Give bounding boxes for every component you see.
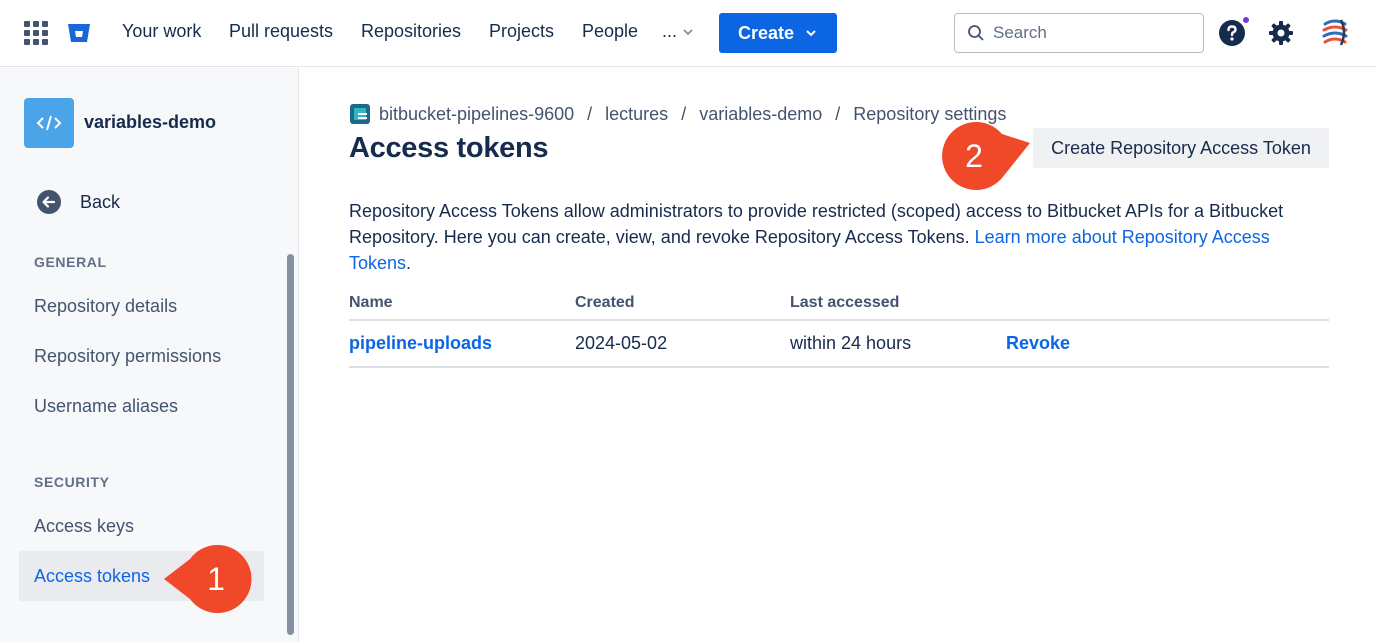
sidebar-item-access-keys[interactable]: Access keys: [34, 516, 134, 537]
repo-name[interactable]: variables-demo: [84, 112, 216, 133]
callout-marker-1: 1: [164, 545, 252, 613]
breadcrumb-separator: /: [587, 103, 593, 124]
chevron-down-icon: [683, 28, 693, 35]
create-button-label: Create: [737, 22, 795, 43]
breadcrumb-repo[interactable]: variables-demo: [699, 104, 822, 125]
search-field[interactable]: [954, 13, 1204, 53]
user-avatar-icon[interactable]: [1319, 16, 1351, 48]
security-heading: SECURITY: [34, 474, 110, 490]
breadcrumb-lectures[interactable]: lectures: [605, 104, 668, 125]
bitbucket-logo-icon[interactable]: [66, 20, 92, 46]
code-icon: [36, 115, 62, 131]
create-button[interactable]: Create: [719, 13, 837, 53]
top-navigation: Your work Pull requests Repositories Pro…: [0, 0, 1376, 67]
table-row-divider: [349, 366, 1329, 368]
project-icon: [350, 104, 370, 124]
back-link[interactable]: Back: [36, 189, 120, 215]
create-repository-access-token-button[interactable]: Create Repository Access Token: [1033, 128, 1329, 168]
sidebar-item-username-aliases[interactable]: Username aliases: [34, 396, 178, 417]
token-last-accessed: within 24 hours: [790, 333, 912, 353]
app-switcher-icon[interactable]: [24, 21, 48, 45]
sidebar-item-repository-details[interactable]: Repository details: [34, 296, 177, 317]
breadcrumb-separator: /: [681, 103, 687, 124]
column-header-last-accessed: Last accessed: [790, 294, 900, 311]
sidebar-item-access-tokens[interactable]: Access tokens: [34, 566, 150, 587]
search-icon: [968, 25, 984, 41]
token-name-link[interactable]: pipeline-uploads: [349, 333, 492, 354]
notification-dot: [1241, 15, 1251, 25]
callout-marker-2: 2: [942, 122, 1030, 190]
arrow-left-circle-icon: [37, 190, 61, 214]
breadcrumb-separator: /: [835, 103, 841, 124]
callout-number-1: 1: [207, 561, 225, 597]
nav-more-label: ...: [662, 21, 678, 41]
gear-icon[interactable]: [1268, 20, 1294, 46]
table-header-divider: [349, 319, 1329, 321]
breadcrumb-project[interactable]: bitbucket-pipelines-9600: [379, 104, 574, 125]
search-input[interactable]: [993, 23, 1193, 43]
sidebar-item-repository-permissions[interactable]: Repository permissions: [34, 346, 221, 367]
nav-people[interactable]: People: [582, 21, 638, 42]
page-description: Repository Access Tokens allow administr…: [349, 198, 1329, 276]
nav-pull-requests[interactable]: Pull requests: [229, 21, 333, 42]
description-end: .: [406, 253, 412, 273]
callout-number-2: 2: [965, 138, 983, 174]
revoke-button[interactable]: Revoke: [1006, 333, 1070, 354]
token-created: 2024-05-02: [575, 333, 668, 353]
column-header-name: Name: [349, 294, 393, 311]
back-label: Back: [80, 191, 121, 212]
breadcrumb: bitbucket-pipelines-9600 / lectures / va…: [349, 103, 1006, 125]
nav-more-menu[interactable]: ...: [662, 21, 695, 42]
nav-your-work[interactable]: Your work: [122, 21, 201, 42]
nav-repositories[interactable]: Repositories: [361, 21, 461, 42]
sidebar: variables-demo Back GENERAL Repository d…: [0, 68, 299, 642]
repo-avatar[interactable]: [24, 98, 74, 148]
general-heading: GENERAL: [34, 254, 107, 270]
chevron-down-icon: [806, 30, 816, 37]
nav-projects[interactable]: Projects: [489, 21, 554, 42]
column-header-created: Created: [575, 294, 635, 311]
page-title: Access tokens: [349, 132, 549, 164]
sidebar-scrollbar[interactable]: [287, 254, 294, 635]
